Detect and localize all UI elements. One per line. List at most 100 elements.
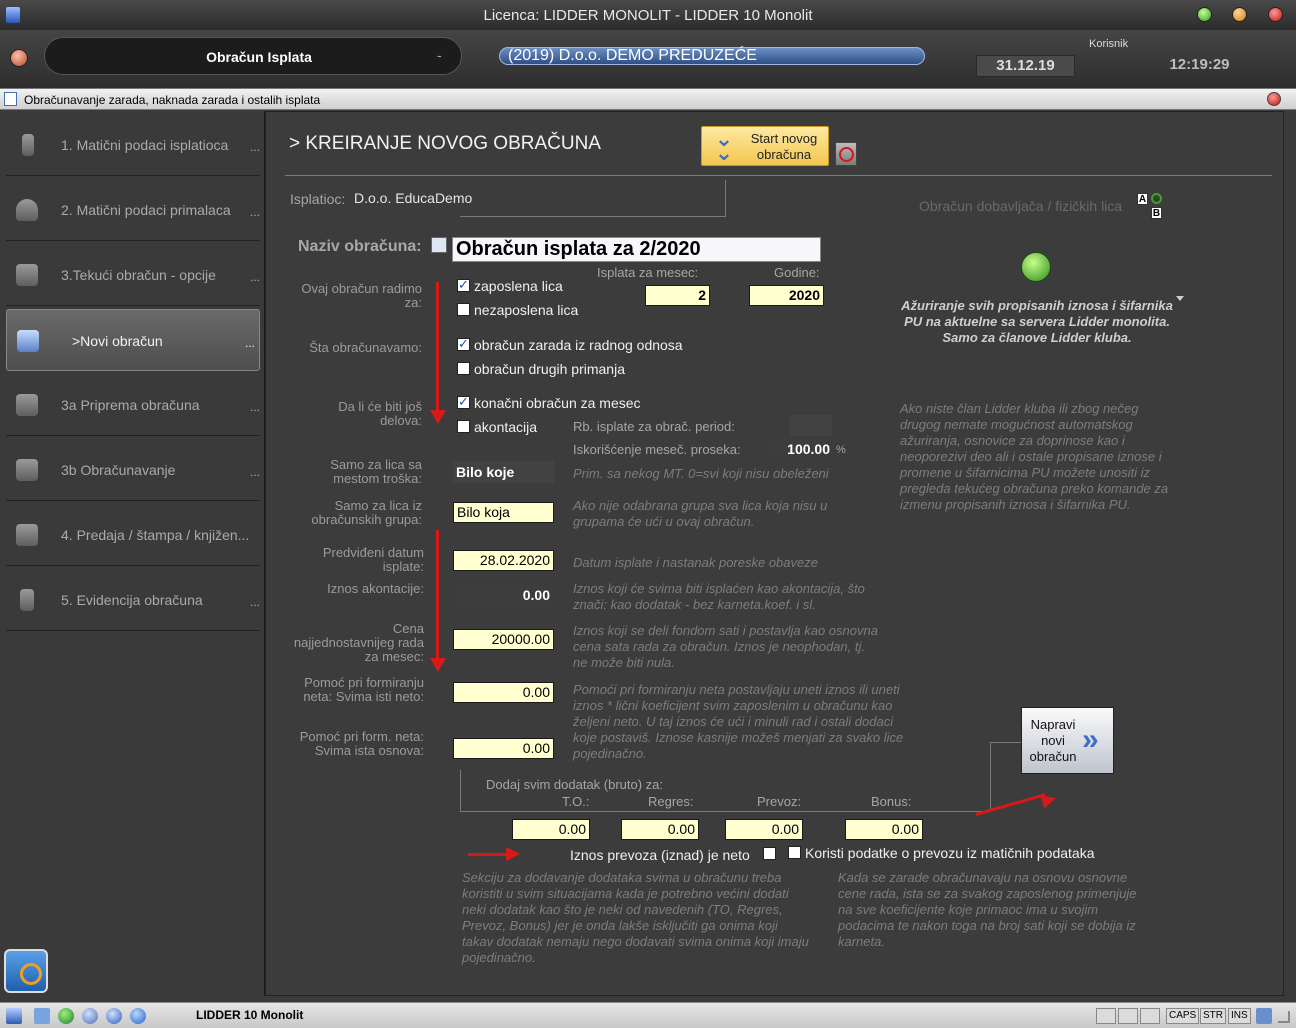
transport-net-label: Iznos prevoza (iznad) je neto <box>570 847 750 863</box>
update-globe-icon[interactable] <box>1021 252 1051 282</box>
cancel-icon[interactable] <box>835 142 857 166</box>
regres-input[interactable]: 0.00 <box>621 819 699 840</box>
top-separator <box>285 175 1272 176</box>
resize-grip-icon[interactable] <box>1278 1011 1290 1023</box>
inner-window-bar: Obračunavanje zarada, naknada zarada i o… <box>0 88 1296 110</box>
red-arrow-head-1 <box>430 410 446 424</box>
contractor-link[interactable]: Obračun dobavljača / fizičkih lica <box>919 198 1122 214</box>
advance-label: akontacija <box>474 419 538 435</box>
date-input[interactable]: 28.02.2020 <box>453 550 554 571</box>
advance-amount-input[interactable]: 0.00 <box>453 585 554 605</box>
cost-center-input[interactable]: Bilo koje <box>453 461 554 483</box>
sidebar-item-dots: ... <box>249 270 260 284</box>
payer-value: D.o.o. EducaDemo <box>354 190 473 206</box>
bonus-input[interactable]: 0.00 <box>845 819 923 840</box>
advance-amount-label: Iznos akontacije: <box>327 581 424 596</box>
document-icon <box>4 92 17 106</box>
to-input[interactable]: 0.00 <box>512 819 590 840</box>
rb-input[interactable] <box>790 415 832 436</box>
price-input[interactable]: 20000.00 <box>453 629 554 650</box>
name-input[interactable]: Obračun isplata za 2/2020 <box>452 237 821 262</box>
update-text[interactable]: Ažuriranje svih propisanih iznosa i šifa… <box>896 298 1178 346</box>
double-chevron-right-icon: » <box>1082 723 1099 756</box>
sidebar-item-priprema-obracuna[interactable]: 3a Priprema obračuna ... <box>6 374 260 436</box>
usage-unit: % <box>836 444 846 456</box>
unemployed-checkbox[interactable] <box>457 303 470 316</box>
edit-note-icon[interactable] <box>431 237 447 253</box>
cost-center-hint: Prim. sa nekog MT. 0=svi koji nisu obele… <box>573 466 829 481</box>
usage-input[interactable]: 100.00 <box>766 439 834 459</box>
sidebar-item-dots: ... <box>249 205 260 219</box>
unemployed-label: nezaposlena lica <box>474 302 579 318</box>
transport-master-label: Koristi podatke o prevozu iz matičnih po… <box>805 845 1095 861</box>
sidebar-item-predaja-stampa[interactable]: 4. Predaja / štampa / knjižen... <box>6 504 260 566</box>
inner-close-icon[interactable] <box>1267 92 1281 106</box>
info-icon[interactable] <box>130 1008 146 1024</box>
group-input[interactable]: Bilo koja <box>453 502 554 523</box>
sidebar-item-tekuci-obracun[interactable]: 3.Tekući obračun - opcije ... <box>6 244 260 306</box>
start-new-label: Start novog obračuna <box>750 131 818 162</box>
sidebar-item-novi-obracun[interactable]: >Novi obračun ... <box>6 309 260 371</box>
sidebar-item-obracunavanje[interactable]: 3b Obračunavanje ... <box>6 439 260 501</box>
taskbar: LIDDER 10 Monolit CAPS STR INS <box>0 1002 1296 1028</box>
module-dash: - <box>437 47 442 63</box>
page-title: > KREIRANJE NOVOG OBRAČUNA <box>289 133 601 154</box>
database-info-icon <box>16 524 38 546</box>
advance-amount-hint: Iznos koji će svima biti isplaćen kao ak… <box>573 581 865 612</box>
menu-orb-icon[interactable] <box>10 49 28 67</box>
calendar-icon[interactable] <box>4 949 48 993</box>
sidebar-item-maticni-primalaca[interactable]: 2. Matični podaci primalaca ... <box>6 179 260 241</box>
window-title: Licenca: LIDDER MONOLIT - LIDDER 10 Mono… <box>483 7 813 24</box>
add-allowance-label: Dodaj svim dodatak (bruto) za: <box>486 777 664 792</box>
sidebar-item-label: 3a Priprema obračuna <box>61 397 200 413</box>
sidebar-item-label: 1. Matični podaci isplatioca <box>61 137 229 153</box>
module-selector[interactable]: Obračun Isplata - <box>44 37 462 75</box>
user-label: Korisnik <box>1089 38 1129 50</box>
payer-bracket-line-h <box>460 216 726 217</box>
base-input[interactable]: 0.00 <box>453 738 554 759</box>
sidebar-item-dots: ... <box>249 140 260 154</box>
sidebar-item-evidencija-obracuna[interactable]: 5. Evidencija obračuna ... <box>6 569 260 631</box>
check-icon[interactable] <box>106 1008 122 1024</box>
prevoz-input[interactable]: 0.00 <box>725 819 803 840</box>
base-label: Pomoć pri form. neta: Svima ista osnova: <box>299 729 424 758</box>
window-list-icon[interactable] <box>34 1008 50 1024</box>
group-label: Samo za lica iz obračunskih grupa: <box>311 498 422 527</box>
keyboard-icon[interactable] <box>1256 1008 1272 1024</box>
transport-net-checkbox[interactable] <box>763 847 776 860</box>
final-checkbox[interactable] <box>457 394 470 410</box>
net-input[interactable]: 0.00 <box>453 682 554 703</box>
section-bracket-right <box>990 742 991 812</box>
users-icon[interactable] <box>82 1008 98 1024</box>
header-band: Obračun Isplata - (2019) D.o.o. DEMO PRE… <box>0 30 1296 88</box>
swap-ab-icon[interactable]: A B <box>1137 193 1165 221</box>
sidebar-item-maticni-isplatioca[interactable]: 1. Matični podaci isplatioca ... <box>6 114 260 176</box>
sidebar-item-label: 2. Matični podaci primalaca <box>61 202 231 218</box>
title-bar: Licenca: LIDDER MONOLIT - LIDDER 10 Mono… <box>0 0 1296 30</box>
price-label: Cena najjednostavnijeg rada za mesec: <box>293 621 424 664</box>
taskbar-app-label[interactable]: LIDDER 10 Monolit <box>196 1008 303 1022</box>
person-icon <box>16 199 38 221</box>
month-input[interactable]: 2 <box>645 285 710 306</box>
advance-checkbox[interactable] <box>457 420 470 433</box>
net-label: Pomoć pri formiranju neta: Svima isti ne… <box>303 675 424 704</box>
create-new-button[interactable]: Napravi novi obračun » <box>1021 707 1114 774</box>
salary-checkbox[interactable] <box>457 336 470 352</box>
year-input[interactable]: 2020 <box>749 285 824 306</box>
start-new-button[interactable]: ⌄ ⌄ Start novog obračuna <box>701 126 829 166</box>
stop-circle-icon <box>839 147 854 162</box>
transport-master-checkbox[interactable] <box>788 846 801 859</box>
start-icon[interactable] <box>6 1008 22 1024</box>
coefficient-hint: Kada se zarade obračunavaju na osnovu os… <box>838 870 1137 949</box>
sidebar-item-dots: ... <box>249 400 260 414</box>
employed-checkbox[interactable] <box>457 277 470 293</box>
maximize-icon[interactable] <box>1232 7 1247 22</box>
payer-label: Isplatioc: <box>290 191 346 207</box>
final-label: konačni obračun za mesec <box>474 395 641 411</box>
globe-icon[interactable] <box>58 1008 74 1024</box>
update-dropdown-icon[interactable] <box>1176 296 1184 301</box>
employed-label: zaposlena lica <box>474 278 563 294</box>
close-icon[interactable] <box>1268 7 1283 22</box>
other-income-checkbox[interactable] <box>457 362 470 375</box>
minimize-icon[interactable] <box>1197 7 1212 22</box>
